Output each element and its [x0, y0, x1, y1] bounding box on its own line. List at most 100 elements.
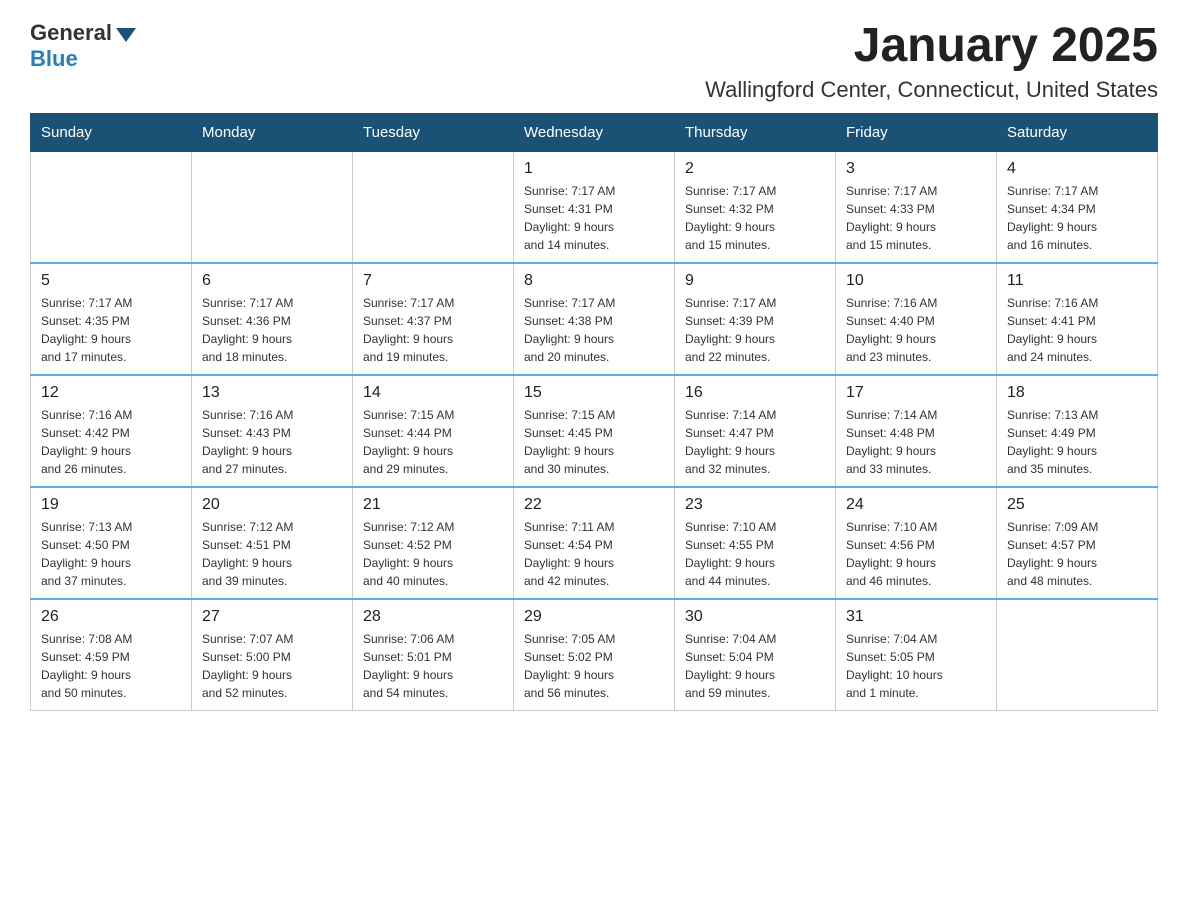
day-number: 12 — [41, 384, 181, 402]
day-number: 25 — [1007, 496, 1147, 514]
day-info: Sunrise: 7:10 AM Sunset: 4:55 PM Dayligh… — [685, 518, 825, 590]
day-of-week-header: Sunday — [31, 113, 192, 151]
title-section: January 2025 Wallingford Center, Connect… — [705, 20, 1158, 103]
calendar-day-cell: 22 Sunrise: 7:11 AM Sunset: 4:54 PM Dayli… — [514, 487, 675, 599]
calendar-day-cell: 10 Sunrise: 7:16 AM Sunset: 4:40 PM Dayli… — [836, 263, 997, 375]
calendar-week-row: 26 Sunrise: 7:08 AM Sunset: 4:59 PM Dayli… — [31, 599, 1158, 711]
calendar-day-cell: 19Sunrise: 7:13 AM Sunset: 4:50 PM Dayli… — [31, 487, 192, 599]
day-info: Sunrise: 7:04 AM Sunset: 5:04 PM Dayligh… — [685, 630, 825, 702]
calendar-day-cell: 3 Sunrise: 7:17 AM Sunset: 4:33 PM Daylig… — [836, 151, 997, 263]
logo-blue-text: Blue — [30, 46, 78, 72]
day-info: Sunrise: 7:17 AM Sunset: 4:37 PM Dayligh… — [363, 294, 503, 366]
day-info: Sunrise: 7:11 AM Sunset: 4:54 PM Dayligh… — [524, 518, 664, 590]
day-number: 18 — [1007, 384, 1147, 402]
calendar-day-cell: 12 Sunrise: 7:16 AM Sunset: 4:42 PM Dayli… — [31, 375, 192, 487]
logo-general-text: General — [30, 20, 112, 46]
calendar-day-cell: 24 Sunrise: 7:10 AM Sunset: 4:56 PM Dayli… — [836, 487, 997, 599]
day-of-week-header: Friday — [836, 113, 997, 151]
day-number: 6 — [202, 272, 342, 290]
day-info: Sunrise: 7:16 AM Sunset: 4:42 PM Dayligh… — [41, 406, 181, 478]
calendar-week-row: 5Sunrise: 7:17 AM Sunset: 4:35 PM Daylig… — [31, 263, 1158, 375]
day-info: Sunrise: 7:17 AM Sunset: 4:34 PM Dayligh… — [1007, 182, 1147, 254]
calendar-day-cell: 5Sunrise: 7:17 AM Sunset: 4:35 PM Daylig… — [31, 263, 192, 375]
day-info: Sunrise: 7:05 AM Sunset: 5:02 PM Dayligh… — [524, 630, 664, 702]
day-info: Sunrise: 7:12 AM Sunset: 4:51 PM Dayligh… — [202, 518, 342, 590]
calendar-table: SundayMondayTuesdayWednesdayThursdayFrid… — [30, 113, 1158, 711]
calendar-day-cell — [192, 151, 353, 263]
day-info: Sunrise: 7:08 AM Sunset: 4:59 PM Dayligh… — [41, 630, 181, 702]
day-info: Sunrise: 7:15 AM Sunset: 4:45 PM Dayligh… — [524, 406, 664, 478]
day-number: 15 — [524, 384, 664, 402]
day-number: 3 — [846, 160, 986, 178]
calendar-day-cell: 15 Sunrise: 7:15 AM Sunset: 4:45 PM Dayli… — [514, 375, 675, 487]
day-number: 26 — [41, 608, 181, 626]
day-number: 4 — [1007, 160, 1147, 178]
day-number: 7 — [363, 272, 503, 290]
day-info: Sunrise: 7:15 AM Sunset: 4:44 PM Dayligh… — [363, 406, 503, 478]
day-info: Sunrise: 7:17 AM Sunset: 4:36 PM Dayligh… — [202, 294, 342, 366]
page-header: General Blue January 2025 Wallingford Ce… — [30, 20, 1158, 103]
day-of-week-header: Wednesday — [514, 113, 675, 151]
day-number: 16 — [685, 384, 825, 402]
calendar-day-cell: 6 Sunrise: 7:17 AM Sunset: 4:36 PM Daylig… — [192, 263, 353, 375]
calendar-day-cell: 23Sunrise: 7:10 AM Sunset: 4:55 PM Dayli… — [675, 487, 836, 599]
day-number: 19 — [41, 496, 181, 514]
day-number: 17 — [846, 384, 986, 402]
day-info: Sunrise: 7:17 AM Sunset: 4:39 PM Dayligh… — [685, 294, 825, 366]
calendar-day-cell: 27Sunrise: 7:07 AM Sunset: 5:00 PM Dayli… — [192, 599, 353, 711]
day-info: Sunrise: 7:14 AM Sunset: 4:47 PM Dayligh… — [685, 406, 825, 478]
day-info: Sunrise: 7:17 AM Sunset: 4:33 PM Dayligh… — [846, 182, 986, 254]
calendar-day-cell: 21 Sunrise: 7:12 AM Sunset: 4:52 PM Dayli… — [353, 487, 514, 599]
day-info: Sunrise: 7:17 AM Sunset: 4:35 PM Dayligh… — [41, 294, 181, 366]
day-info: Sunrise: 7:16 AM Sunset: 4:40 PM Dayligh… — [846, 294, 986, 366]
calendar-week-row: 19Sunrise: 7:13 AM Sunset: 4:50 PM Dayli… — [31, 487, 1158, 599]
day-number: 8 — [524, 272, 664, 290]
day-number: 9 — [685, 272, 825, 290]
calendar-week-row: 12 Sunrise: 7:16 AM Sunset: 4:42 PM Dayli… — [31, 375, 1158, 487]
calendar-day-cell: 11Sunrise: 7:16 AM Sunset: 4:41 PM Dayli… — [997, 263, 1158, 375]
day-number: 10 — [846, 272, 986, 290]
calendar-day-cell — [31, 151, 192, 263]
day-number: 30 — [685, 608, 825, 626]
calendar-header-row: SundayMondayTuesdayWednesdayThursdayFrid… — [31, 113, 1158, 151]
calendar-day-cell — [997, 599, 1158, 711]
day-number: 21 — [363, 496, 503, 514]
day-info: Sunrise: 7:16 AM Sunset: 4:41 PM Dayligh… — [1007, 294, 1147, 366]
calendar-day-cell: 31Sunrise: 7:04 AM Sunset: 5:05 PM Dayli… — [836, 599, 997, 711]
calendar-day-cell: 28Sunrise: 7:06 AM Sunset: 5:01 PM Dayli… — [353, 599, 514, 711]
calendar-week-row: 1Sunrise: 7:17 AM Sunset: 4:31 PM Daylig… — [31, 151, 1158, 263]
day-of-week-header: Tuesday — [353, 113, 514, 151]
day-info: Sunrise: 7:17 AM Sunset: 4:31 PM Dayligh… — [524, 182, 664, 254]
calendar-day-cell: 14Sunrise: 7:15 AM Sunset: 4:44 PM Dayli… — [353, 375, 514, 487]
calendar-day-cell: 2Sunrise: 7:17 AM Sunset: 4:32 PM Daylig… — [675, 151, 836, 263]
calendar-day-cell — [353, 151, 514, 263]
day-of-week-header: Thursday — [675, 113, 836, 151]
day-info: Sunrise: 7:06 AM Sunset: 5:01 PM Dayligh… — [363, 630, 503, 702]
day-info: Sunrise: 7:16 AM Sunset: 4:43 PM Dayligh… — [202, 406, 342, 478]
month-year-title: January 2025 — [705, 20, 1158, 73]
calendar-day-cell: 4 Sunrise: 7:17 AM Sunset: 4:34 PM Daylig… — [997, 151, 1158, 263]
day-info: Sunrise: 7:17 AM Sunset: 4:38 PM Dayligh… — [524, 294, 664, 366]
day-number: 13 — [202, 384, 342, 402]
day-info: Sunrise: 7:14 AM Sunset: 4:48 PM Dayligh… — [846, 406, 986, 478]
day-info: Sunrise: 7:10 AM Sunset: 4:56 PM Dayligh… — [846, 518, 986, 590]
day-number: 27 — [202, 608, 342, 626]
calendar-day-cell: 8 Sunrise: 7:17 AM Sunset: 4:38 PM Daylig… — [514, 263, 675, 375]
day-number: 29 — [524, 608, 664, 626]
calendar-day-cell: 16 Sunrise: 7:14 AM Sunset: 4:47 PM Dayli… — [675, 375, 836, 487]
logo-arrow-icon — [116, 28, 136, 42]
day-number: 22 — [524, 496, 664, 514]
calendar-day-cell: 9 Sunrise: 7:17 AM Sunset: 4:39 PM Daylig… — [675, 263, 836, 375]
day-number: 20 — [202, 496, 342, 514]
day-number: 24 — [846, 496, 986, 514]
day-info: Sunrise: 7:12 AM Sunset: 4:52 PM Dayligh… — [363, 518, 503, 590]
day-info: Sunrise: 7:04 AM Sunset: 5:05 PM Dayligh… — [846, 630, 986, 702]
day-info: Sunrise: 7:09 AM Sunset: 4:57 PM Dayligh… — [1007, 518, 1147, 590]
calendar-day-cell: 18Sunrise: 7:13 AM Sunset: 4:49 PM Dayli… — [997, 375, 1158, 487]
day-of-week-header: Saturday — [997, 113, 1158, 151]
calendar-day-cell: 26 Sunrise: 7:08 AM Sunset: 4:59 PM Dayli… — [31, 599, 192, 711]
calendar-day-cell: 20 Sunrise: 7:12 AM Sunset: 4:51 PM Dayli… — [192, 487, 353, 599]
calendar-day-cell: 25 Sunrise: 7:09 AM Sunset: 4:57 PM Dayli… — [997, 487, 1158, 599]
calendar-day-cell: 29 Sunrise: 7:05 AM Sunset: 5:02 PM Dayli… — [514, 599, 675, 711]
calendar-day-cell: 17 Sunrise: 7:14 AM Sunset: 4:48 PM Dayli… — [836, 375, 997, 487]
